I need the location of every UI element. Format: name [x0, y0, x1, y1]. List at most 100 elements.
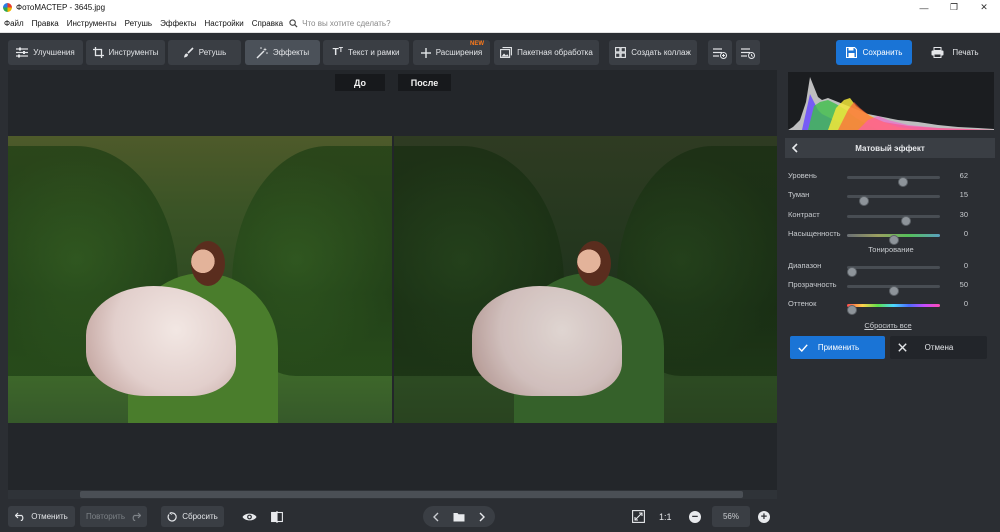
param-slider-knob[interactable]	[859, 196, 870, 206]
tab-tools[interactable]: Инструменты	[86, 40, 165, 65]
title-bar: ФотоМАСТЕР - 3645.jpg — ❐ ✕	[0, 0, 1000, 15]
print-label: Печать	[952, 48, 979, 57]
printer-icon	[931, 47, 944, 58]
tab-extensions[interactable]: NEW Расширения	[413, 40, 490, 65]
param-value[interactable]: 0	[964, 229, 968, 238]
reset-all-link[interactable]: Сбросить все	[788, 321, 988, 330]
undo-button[interactable]: Отменить	[8, 506, 75, 527]
magic-wand-icon	[256, 46, 268, 59]
minimize-button[interactable]: —	[910, 0, 938, 15]
preset-add-icon	[713, 47, 727, 59]
param-slider-track[interactable]	[847, 176, 940, 187]
param-label: Диапазон	[788, 261, 822, 270]
tab-enhancements[interactable]: Улучшения	[8, 40, 83, 65]
tab-label: Инструменты	[108, 48, 159, 57]
param-slider-knob[interactable]	[888, 235, 899, 245]
print-button[interactable]: Печать	[915, 40, 995, 65]
image-navigation	[423, 506, 495, 527]
add-preset-button[interactable]	[708, 40, 732, 65]
param-slider-knob[interactable]	[898, 177, 909, 187]
close-button[interactable]: ✕	[970, 0, 998, 15]
brush-icon	[183, 47, 194, 58]
preset-history-icon	[741, 47, 755, 59]
crop-icon	[92, 47, 104, 58]
param-slider-track[interactable]	[847, 215, 940, 226]
param-value[interactable]: 0	[964, 299, 968, 308]
param-slider-knob[interactable]	[847, 305, 857, 315]
cancel-button[interactable]: Отмена	[890, 336, 987, 359]
reset-button[interactable]: Сбросить	[161, 506, 224, 527]
tab-batch-processing[interactable]: Пакетная обработка	[494, 40, 599, 65]
before-label: До	[335, 74, 385, 91]
history-button[interactable]	[736, 40, 760, 65]
menu-settings[interactable]: Настройки	[200, 19, 247, 28]
tab-text-frames[interactable]: TT Текст и рамки	[323, 40, 409, 65]
param-slider-track[interactable]	[847, 266, 940, 277]
menu-effects[interactable]: Эффекты	[156, 19, 200, 28]
apply-label: Применить	[817, 343, 860, 352]
open-folder-button[interactable]	[448, 506, 470, 527]
save-label: Сохранить	[862, 48, 903, 57]
horizontal-scrollbar[interactable]	[8, 490, 777, 499]
param-slider-knob[interactable]	[888, 286, 899, 296]
zoom-out-button[interactable]: −	[684, 506, 706, 527]
next-image-button[interactable]	[471, 506, 493, 527]
fit-to-screen-button[interactable]	[627, 506, 649, 527]
menu-file[interactable]: Файл	[0, 19, 28, 28]
toning-section-title: Тонирование	[868, 245, 914, 254]
param-value[interactable]: 50	[960, 280, 968, 289]
tab-label: Создать коллаж	[631, 48, 691, 57]
maximize-button[interactable]: ❐	[940, 0, 968, 15]
previous-image-button[interactable]	[425, 506, 447, 527]
expand-icon	[631, 510, 645, 523]
param-value[interactable]: 0	[964, 261, 968, 270]
tab-label: Текст и рамки	[347, 48, 400, 57]
param-range: Диапазон 0	[788, 261, 994, 277]
canvas-area[interactable]: До После	[8, 70, 777, 499]
tab-effects[interactable]: Эффекты	[245, 40, 320, 65]
chevron-left-icon	[433, 512, 439, 521]
param-slider-track[interactable]	[847, 285, 940, 296]
after-label: После	[398, 74, 451, 91]
tab-label: Эффекты	[272, 48, 310, 57]
effect-title: Матовый эффект	[855, 143, 925, 153]
scrollbar-thumb[interactable]	[80, 491, 743, 498]
app-logo-icon	[3, 3, 12, 12]
param-label: Насыщенность	[788, 229, 841, 238]
tab-retouch[interactable]: Ретушь	[168, 40, 241, 65]
menu-help[interactable]: Справка	[248, 19, 287, 28]
zoom-value[interactable]: 56%	[712, 506, 750, 527]
compare-view-button[interactable]	[266, 506, 288, 527]
param-slider-knob[interactable]	[847, 267, 857, 277]
param-slider-knob[interactable]	[900, 216, 911, 226]
back-button[interactable]	[785, 143, 805, 153]
text-icon: TT	[332, 47, 343, 58]
preview-toggle-button[interactable]	[238, 506, 260, 527]
menu-retouch[interactable]: Ретушь	[121, 19, 157, 28]
menu-search[interactable]: Что вы хотите сделать?	[289, 19, 391, 28]
param-slider-track[interactable]	[847, 195, 940, 206]
save-button[interactable]: Сохранить	[836, 40, 912, 65]
param-slider-track[interactable]	[847, 234, 940, 245]
menu-tools[interactable]: Инструменты	[63, 19, 121, 28]
image-stack-icon	[500, 47, 513, 58]
param-contrast: Контраст 30	[788, 210, 994, 226]
photo-woman-head	[577, 241, 611, 286]
redo-button[interactable]: Повторить	[80, 506, 147, 527]
param-label: Туман	[788, 190, 810, 199]
param-value[interactable]: 30	[960, 210, 968, 219]
param-value[interactable]: 62	[960, 171, 968, 180]
apply-button[interactable]: Применить	[790, 336, 885, 359]
param-value[interactable]: 15	[960, 190, 968, 199]
tab-label: Ретушь	[198, 48, 227, 57]
tab-create-collage[interactable]: Создать коллаж	[609, 40, 697, 65]
param-saturation: Насыщенность 0	[788, 229, 994, 245]
menu-edit[interactable]: Правка	[28, 19, 63, 28]
zoom-in-button[interactable]: +	[753, 506, 775, 527]
undo-icon	[15, 512, 26, 521]
zoom-actual-size-button[interactable]: 1:1	[659, 506, 672, 527]
param-slider-track[interactable]	[847, 304, 940, 315]
param-transparency: Прозрачность 50	[788, 280, 994, 296]
floppy-disk-icon	[845, 47, 857, 58]
param-level: Уровень 62	[788, 171, 994, 187]
